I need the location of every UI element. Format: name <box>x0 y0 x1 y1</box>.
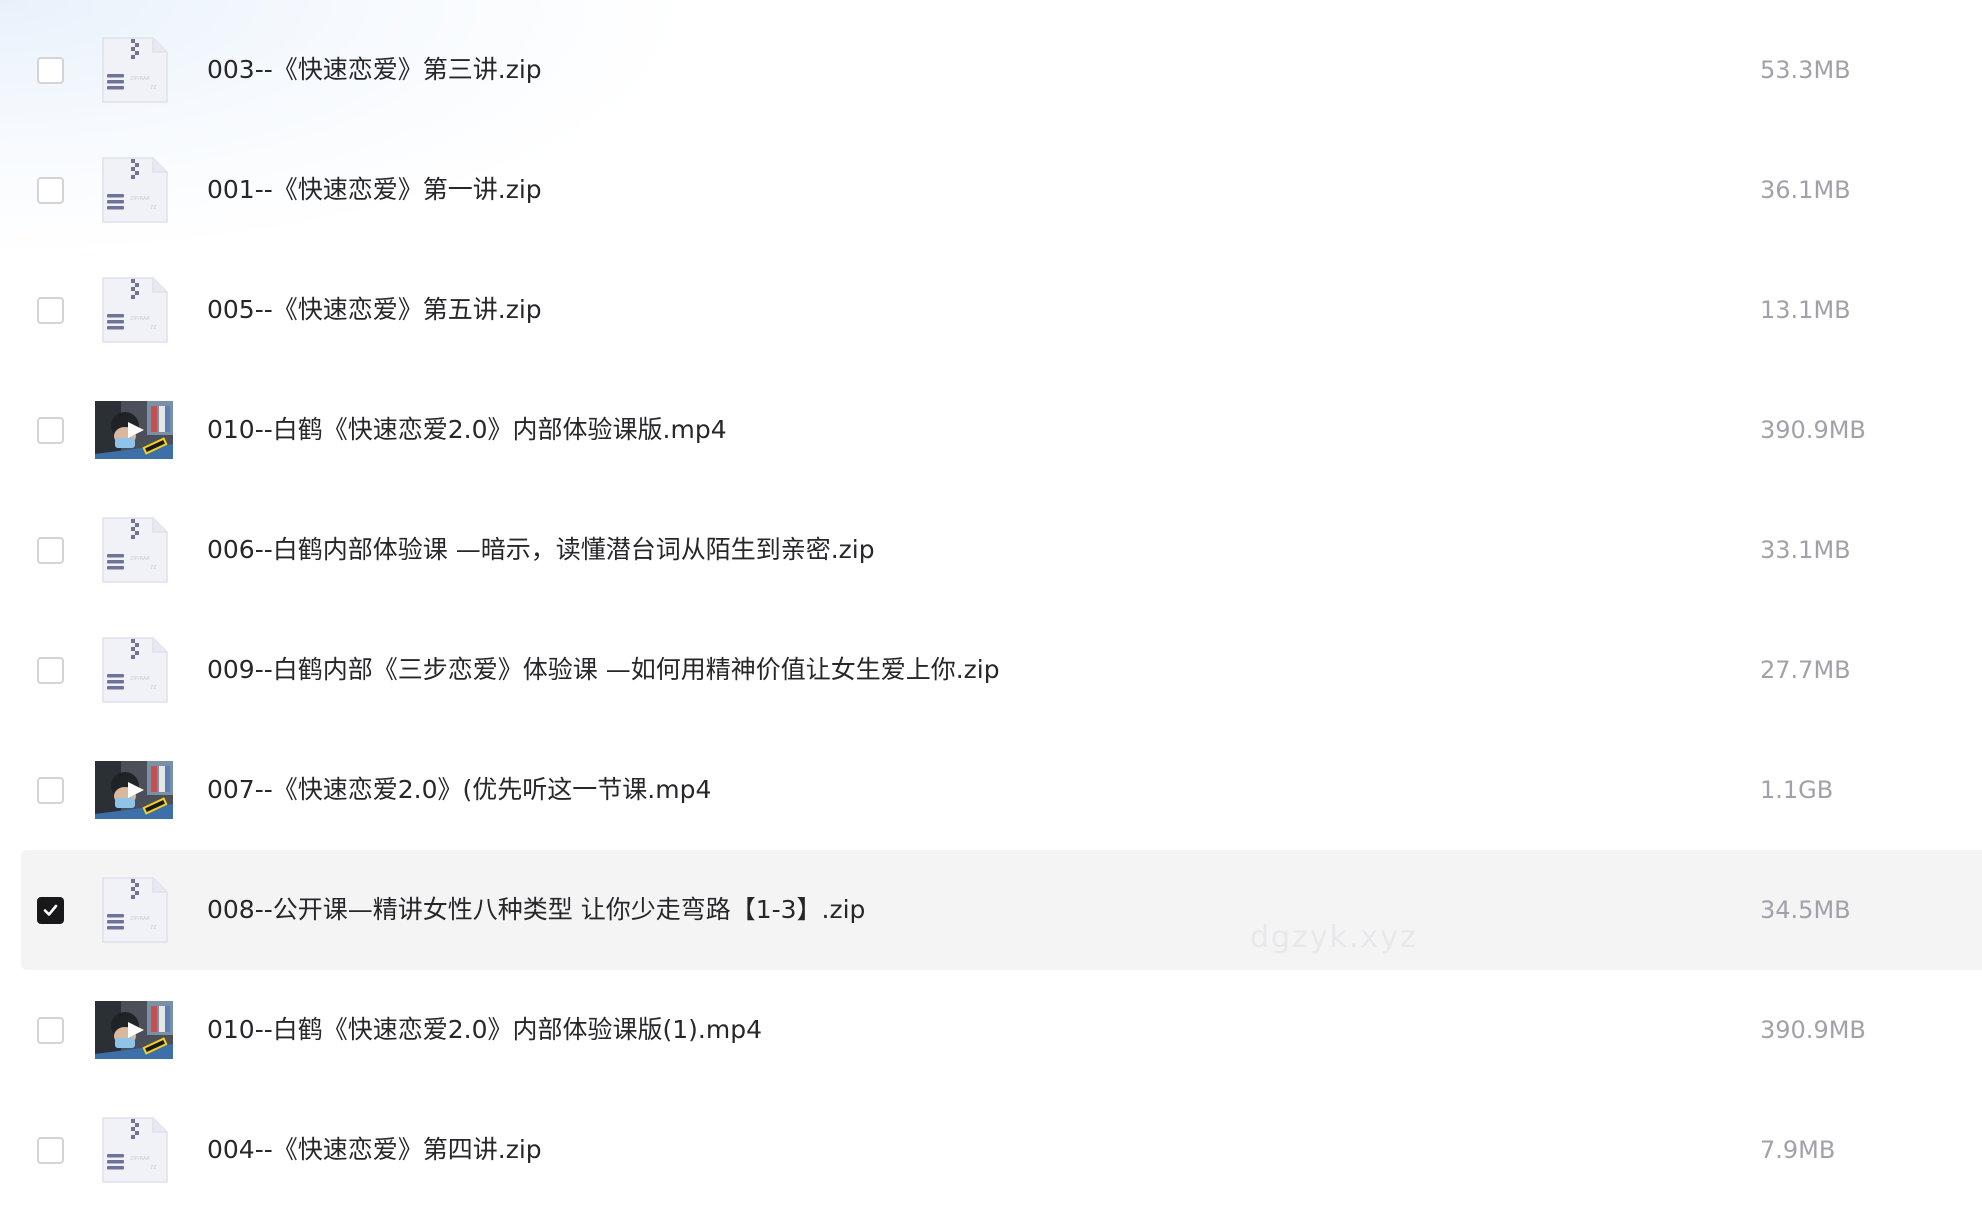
svg-text:ZIP/RAR: ZIP/RAR <box>130 196 150 202</box>
file-row[interactable]: ZIP/RAR 7Z 005--《快速恋爱》第五讲.zip 13.1MB <box>21 250 1982 370</box>
svg-text:ZIP/RAR: ZIP/RAR <box>130 76 150 82</box>
svg-text:7Z: 7Z <box>150 85 157 91</box>
svg-text:ZIP/RAR: ZIP/RAR <box>130 316 150 322</box>
file-row[interactable]: ZIP/RAR 7Z 008--公开课—精讲女性八种类型 让你少走弯路【1-3】… <box>21 850 1982 970</box>
video-thumbnail-icon[interactable] <box>95 394 173 466</box>
svg-text:7Z: 7Z <box>150 325 157 331</box>
file-size: 390.9MB <box>1760 416 1866 444</box>
svg-text:7Z: 7Z <box>150 565 157 571</box>
file-row[interactable]: ZIP/RAR 7Z 009--白鹤内部《三步恋爱》体验课 —如何用精神价值让女… <box>21 610 1982 730</box>
file-row[interactable]: ZIP/RAR 7Z 004--《快速恋爱》第四讲.zip 7.9MB <box>21 1090 1982 1210</box>
svg-text:7Z: 7Z <box>150 1165 157 1171</box>
file-checkbox[interactable] <box>37 897 64 924</box>
file-checkbox[interactable] <box>37 657 64 684</box>
video-thumbnail-icon[interactable] <box>95 994 173 1066</box>
file-name[interactable]: 006--白鹤内部体验课 —暗示，读懂潜台词从陌生到亲密.zip <box>207 533 875 567</box>
svg-text:ZIP/RAR: ZIP/RAR <box>130 916 150 922</box>
zip-file-icon[interactable]: ZIP/RAR 7Z <box>95 514 173 586</box>
file-size: 36.1MB <box>1760 176 1851 204</box>
file-row[interactable]: 010--白鹤《快速恋爱2.0》内部体验课版(1).mp4 390.9MB <box>21 970 1982 1090</box>
file-name[interactable]: 003--《快速恋爱》第三讲.zip <box>207 53 542 87</box>
file-checkbox[interactable] <box>37 297 64 324</box>
file-list: ZIP/RAR 7Z 003--《快速恋爱》第三讲.zip 53.3MB ZIP/… <box>21 10 1982 1210</box>
file-checkbox[interactable] <box>37 1137 64 1164</box>
file-size: 34.5MB <box>1760 896 1851 924</box>
svg-text:7Z: 7Z <box>150 925 157 931</box>
file-size: 53.3MB <box>1760 56 1851 84</box>
zip-file-icon[interactable]: ZIP/RAR 7Z <box>95 1114 173 1186</box>
file-row[interactable]: ZIP/RAR 7Z 006--白鹤内部体验课 —暗示，读懂潜台词从陌生到亲密.… <box>21 490 1982 610</box>
zip-file-icon[interactable]: ZIP/RAR 7Z <box>95 874 173 946</box>
file-checkbox[interactable] <box>37 537 64 564</box>
file-size: 13.1MB <box>1760 296 1851 324</box>
file-checkbox[interactable] <box>37 417 64 444</box>
svg-text:ZIP/RAR: ZIP/RAR <box>130 676 150 682</box>
file-checkbox[interactable] <box>37 57 64 84</box>
file-size: 390.9MB <box>1760 1016 1866 1044</box>
file-size: 7.9MB <box>1760 1136 1836 1164</box>
file-name[interactable]: 010--白鹤《快速恋爱2.0》内部体验课版.mp4 <box>207 413 727 447</box>
svg-text:7Z: 7Z <box>150 205 157 211</box>
file-checkbox[interactable] <box>37 177 64 204</box>
file-name[interactable]: 010--白鹤《快速恋爱2.0》内部体验课版(1).mp4 <box>207 1013 762 1047</box>
file-name[interactable]: 004--《快速恋爱》第四讲.zip <box>207 1133 542 1167</box>
file-name[interactable]: 007--《快速恋爱2.0》(优先听这一节课.mp4 <box>207 773 711 807</box>
svg-text:ZIP/RAR: ZIP/RAR <box>130 1156 150 1162</box>
file-row[interactable]: ZIP/RAR 7Z 001--《快速恋爱》第一讲.zip 36.1MB <box>21 130 1982 250</box>
zip-file-icon[interactable]: ZIP/RAR 7Z <box>95 274 173 346</box>
file-size: 33.1MB <box>1760 536 1851 564</box>
file-row[interactable]: ZIP/RAR 7Z 003--《快速恋爱》第三讲.zip 53.3MB <box>21 10 1982 130</box>
file-checkbox[interactable] <box>37 777 64 804</box>
file-row[interactable]: 007--《快速恋爱2.0》(优先听这一节课.mp4 1.1GB <box>21 730 1982 850</box>
file-name[interactable]: 005--《快速恋爱》第五讲.zip <box>207 293 542 327</box>
file-checkbox[interactable] <box>37 1017 64 1044</box>
file-row[interactable]: 010--白鹤《快速恋爱2.0》内部体验课版.mp4 390.9MB <box>21 370 1982 490</box>
video-thumbnail-icon[interactable] <box>95 754 173 826</box>
zip-file-icon[interactable]: ZIP/RAR 7Z <box>95 634 173 706</box>
svg-text:ZIP/RAR: ZIP/RAR <box>130 556 150 562</box>
svg-text:7Z: 7Z <box>150 685 157 691</box>
zip-file-icon[interactable]: ZIP/RAR 7Z <box>95 34 173 106</box>
file-name[interactable]: 001--《快速恋爱》第一讲.zip <box>207 173 542 207</box>
file-name[interactable]: 008--公开课—精讲女性八种类型 让你少走弯路【1-3】.zip <box>207 893 865 927</box>
zip-file-icon[interactable]: ZIP/RAR 7Z <box>95 154 173 226</box>
file-size: 27.7MB <box>1760 656 1851 684</box>
file-name[interactable]: 009--白鹤内部《三步恋爱》体验课 —如何用精神价值让女生爱上你.zip <box>207 653 1000 687</box>
file-size: 1.1GB <box>1760 776 1834 804</box>
